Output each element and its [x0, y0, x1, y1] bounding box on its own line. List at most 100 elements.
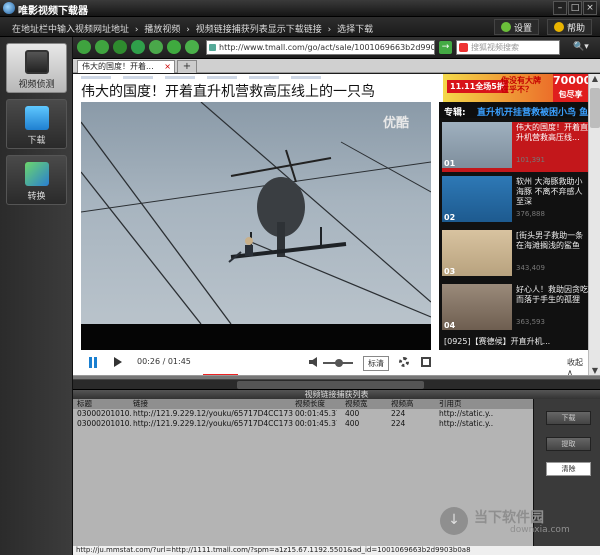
help-button[interactable]: 帮助	[546, 19, 592, 35]
sidebar-item-video-detect[interactable]: 视频侦测	[6, 43, 67, 93]
related-videos-panel: 专辑: 直升机开挂营救被困小鸟 鱼 01 伟大的国度！开着直升机营救高压线...…	[439, 102, 588, 350]
related-item[interactable]: 03 [街头男子救助一条在海滩搁浅的鲨鱼 343,409	[442, 230, 588, 280]
fullscreen-icon[interactable]	[421, 357, 431, 367]
search-input[interactable]: 搜狐视频搜索	[456, 40, 560, 55]
item-title: 软州 大海豚救助小海豚 不离不弃感人至深	[516, 177, 583, 206]
item-title: 好心人！救助因贪吃而落于手生的孤狸	[516, 285, 588, 304]
tab-current[interactable]: 伟大的国度！开着... ×	[77, 60, 175, 73]
album-label: 专辑:	[444, 108, 466, 118]
item-number: 02	[444, 213, 456, 222]
download-arrow-icon: ↓	[440, 507, 468, 535]
item-title: 伟大的国度！开着直升机营救高压线...	[516, 123, 588, 142]
column-referer[interactable]: 引用页	[439, 399, 493, 409]
window-controls: – □ ×	[553, 1, 597, 15]
home-icon[interactable]	[149, 40, 163, 54]
tab-close-icon[interactable]: ×	[164, 61, 171, 73]
new-tab-button[interactable]: +	[177, 60, 197, 73]
sidebar-item-convert[interactable]: 转换	[6, 155, 67, 205]
scroll-thumb[interactable]	[237, 381, 424, 389]
ad-banner[interactable]: 11.11全场5折 你没有大牌 在乎不？ 70000 包尽享	[443, 74, 588, 102]
volume-slider[interactable]	[323, 359, 353, 367]
table-row[interactable]: 03000201010... http://121.9.229.12/youku…	[73, 409, 533, 419]
pause-icon[interactable]	[89, 357, 99, 368]
time-current: 00:26	[137, 357, 161, 366]
step-1: 在地址栏中输入视频网址地址	[12, 25, 130, 35]
maximize-button[interactable]: □	[568, 1, 582, 15]
steps-guide: 在地址栏中输入视频网址地址 › 播放视频 › 视频链接捕获列表显示下载链接 › …	[12, 22, 376, 35]
item-count: 343,409	[516, 264, 545, 272]
horizontal-scrollbar[interactable]	[73, 380, 600, 390]
column-title[interactable]: 标题	[77, 399, 131, 409]
sidebar-item-download[interactable]: 下载	[6, 99, 67, 149]
extract-button[interactable]: 提取	[546, 437, 591, 451]
collapse-button[interactable]: 收起∧	[567, 357, 586, 375]
related-item[interactable]: 04 好心人！救助因贪吃而落于手生的孤狸 363,593	[442, 284, 588, 334]
settings-icon[interactable]	[399, 357, 409, 367]
step-4: 选择下载	[337, 25, 374, 35]
column-duration[interactable]: 视频长度	[295, 399, 337, 409]
column-width[interactable]: 视频宽	[345, 399, 385, 409]
banner-amount: 70000 包尽享	[553, 74, 588, 102]
quality-button[interactable]: 标清	[363, 356, 389, 371]
volume-icon[interactable]	[309, 357, 317, 367]
step-2: 播放视频	[144, 25, 181, 35]
search-icon[interactable]: 🔍▾	[573, 42, 589, 52]
video-frame[interactable]: 优酷	[81, 102, 431, 324]
go-button[interactable]: →	[439, 41, 452, 54]
column-height[interactable]: 视频高	[391, 399, 431, 409]
clear-button[interactable]: 清除	[546, 462, 591, 476]
video-letterbox	[81, 324, 431, 350]
scroll-thumb[interactable]	[590, 88, 600, 128]
item-count: 363,593	[516, 318, 545, 326]
sidebar-item-label: 下载	[27, 136, 46, 146]
history-icon[interactable]	[185, 40, 199, 54]
close-button[interactable]: ×	[583, 1, 597, 15]
download-icon	[24, 106, 49, 130]
capture-list-title: 视频链接捕获列表	[73, 390, 600, 399]
column-link[interactable]: 链接	[133, 399, 293, 409]
time-total: 01:45	[167, 357, 191, 366]
scroll-up-icon[interactable]: ▲	[589, 74, 600, 83]
settings-button[interactable]: 设置	[493, 19, 539, 35]
video-player[interactable]: 优酷	[81, 102, 431, 350]
address-bar[interactable]: http://www.tmall.com/go/act/sale/1001069…	[206, 40, 435, 55]
web-page: 伟大的国度！开着直升机营救高压线上的一只鸟 11.11全场5折 你没有大牌 在乎…	[73, 74, 588, 375]
table-row[interactable]: 03000201010... http://121.9.229.12/youku…	[73, 419, 533, 429]
page-title: 伟大的国度！开着直升机营救高压线上的一只鸟	[81, 84, 375, 100]
related-item[interactable]: 02 软州 大海豚救助小海豚 不离不弃感人至深 376,888	[442, 176, 588, 226]
forward-icon[interactable]	[95, 40, 109, 54]
related-item[interactable]: [0925]【赛德候】开直升机...	[442, 336, 588, 350]
film-icon	[24, 50, 49, 74]
item-number: 04	[444, 321, 456, 330]
banner-badge: 11.11全场5折	[447, 80, 508, 93]
scroll-down-icon[interactable]: ▼	[589, 366, 600, 375]
favorite-icon[interactable]	[167, 40, 181, 54]
refresh-icon[interactable]	[131, 40, 145, 54]
search-placeholder: 搜狐视频搜索	[471, 43, 519, 52]
related-header: 专辑: 直升机开挂营救被困小鸟 鱼	[439, 102, 588, 118]
app-logo-icon	[3, 2, 15, 14]
banner-slogan: 你没有大牌 在乎不？	[501, 76, 541, 94]
title-bar: 唯影视频下载器 – □ ×	[0, 0, 600, 17]
stop-icon[interactable]	[113, 40, 127, 54]
back-icon[interactable]	[77, 40, 91, 54]
download-button[interactable]: 下载	[546, 411, 591, 425]
sidebar-item-label: 视频侦测	[18, 80, 55, 90]
address-value: http://www.tmall.com/go/act/sale/1001069…	[219, 43, 434, 52]
convert-icon	[24, 162, 49, 186]
watermark-title: 当下软件园	[474, 510, 544, 526]
time-display: 00:26 / 01:45	[137, 357, 191, 366]
left-sidebar: 视频侦测 下载 转换	[0, 37, 73, 555]
page-scrollbar[interactable]: ▲ ▼	[588, 74, 600, 375]
watermark-domain: downxia.com	[510, 525, 570, 535]
next-icon[interactable]	[114, 357, 122, 367]
tab-bar: 伟大的国度！开着... × +	[73, 59, 600, 73]
minimize-button[interactable]: –	[553, 1, 567, 15]
step-arrow-icon: ›	[134, 25, 139, 35]
settings-label: 设置	[513, 23, 532, 34]
item-title: [街头男子救助一条在海滩搁浅的鲨鱼	[516, 231, 584, 250]
album-title: 直升机开挂营救被困小鸟 鱼	[477, 108, 588, 118]
help-icon	[553, 22, 564, 32]
related-item[interactable]: 01 伟大的国度！开着直升机营救高压线... 101,391	[442, 122, 588, 172]
sidebar-item-label: 转换	[27, 192, 46, 202]
